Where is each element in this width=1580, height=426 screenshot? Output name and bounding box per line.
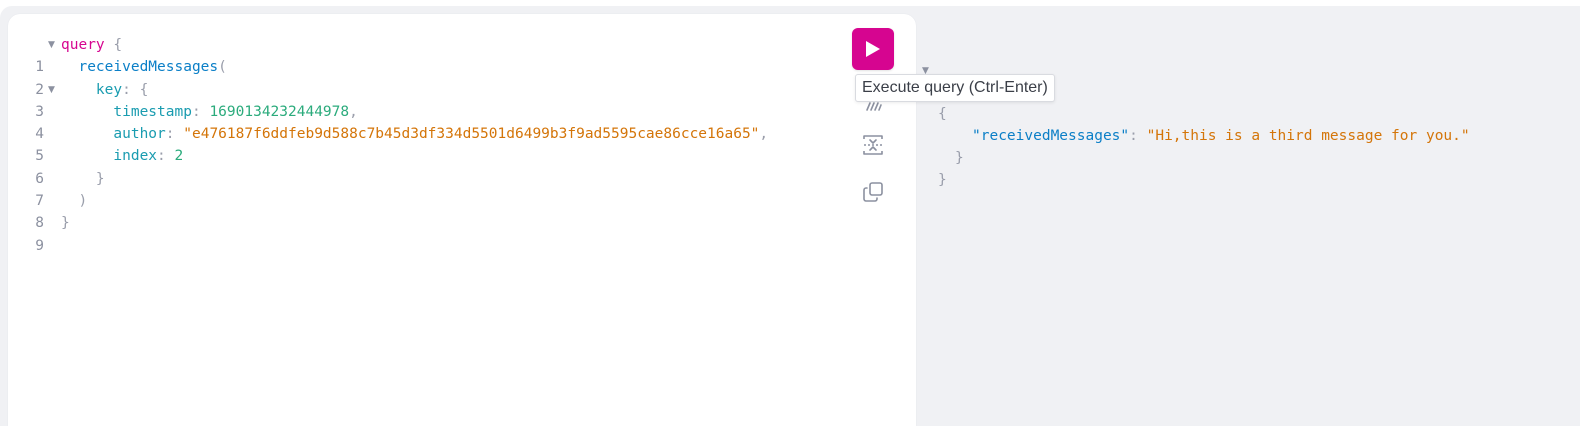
author-label: author <box>113 126 166 143</box>
code-line: 8 ) <box>8 190 87 231</box>
merge-fragments-icon[interactable] <box>860 132 886 158</box>
result-line: } <box>922 125 964 166</box>
code-line: 5 author: "e476187f6ddfeb9d588c7b45d3df3… <box>8 123 768 164</box>
code-line: 6 index: 2 <box>8 145 183 186</box>
copy-icon[interactable] <box>860 179 886 205</box>
brace: } <box>61 215 70 232</box>
argument-name: key <box>95 81 123 98</box>
code-line: 3 ▼ key: { <box>8 79 148 120</box>
colon: : <box>191 103 201 120</box>
code-line: 9 } <box>8 212 69 253</box>
colon: : <box>157 148 166 165</box>
line-number: 9 <box>35 237 44 254</box>
timestamp-label: timestamp <box>113 103 192 120</box>
fold-arrow-icon[interactable]: ▼ <box>48 79 55 101</box>
brace: { <box>113 37 123 53</box>
paren: ) <box>78 193 88 210</box>
query-code[interactable]: 1 ▼ query { 2 receivedMessages( 3 ▼ key:… <box>8 34 768 254</box>
code-line: 7 } <box>8 168 104 209</box>
brace: } <box>95 170 105 187</box>
code-line: 1 ▼ query { <box>8 34 122 75</box>
query-editor[interactable]: 1 ▼ query { 2 receivedMessages( 3 ▼ key:… <box>8 14 916 426</box>
result-line: } <box>922 147 957 188</box>
field-name: receivedMessages <box>78 59 219 76</box>
result-key: "receivedMessages" <box>972 127 1130 144</box>
author-value: "e476187f6ddfeb9d588c7b45d3df334d5501d64… <box>183 126 760 143</box>
execute-query-tooltip: Execute query (Ctrl-Enter) <box>855 74 1055 102</box>
index-label: index <box>113 148 158 165</box>
brace: { <box>139 81 149 98</box>
comma: , <box>349 103 358 120</box>
paren: ( <box>218 59 227 76</box>
code-line: 2 receivedMessages( <box>8 56 227 97</box>
execute-query-button[interactable] <box>852 28 894 70</box>
result-value: "Hi,this is a third message for you." <box>1146 127 1470 144</box>
index-value: 2 <box>174 148 184 165</box>
colon: : <box>165 126 175 143</box>
fold-arrow-icon[interactable]: ▼ <box>48 34 55 56</box>
comma: , <box>759 126 769 143</box>
query-keyword: query <box>61 37 105 53</box>
code-line: 4 timestamp: 1690134232444978, <box>8 101 358 142</box>
brace: } <box>938 172 947 189</box>
colon: : <box>122 81 131 98</box>
result-line: "receivedMessages": "Hi,this is a third … <box>922 103 1470 144</box>
colon: : <box>1129 127 1138 144</box>
play-icon <box>866 41 880 57</box>
timestamp-value: 1690134232444978 <box>209 103 350 120</box>
